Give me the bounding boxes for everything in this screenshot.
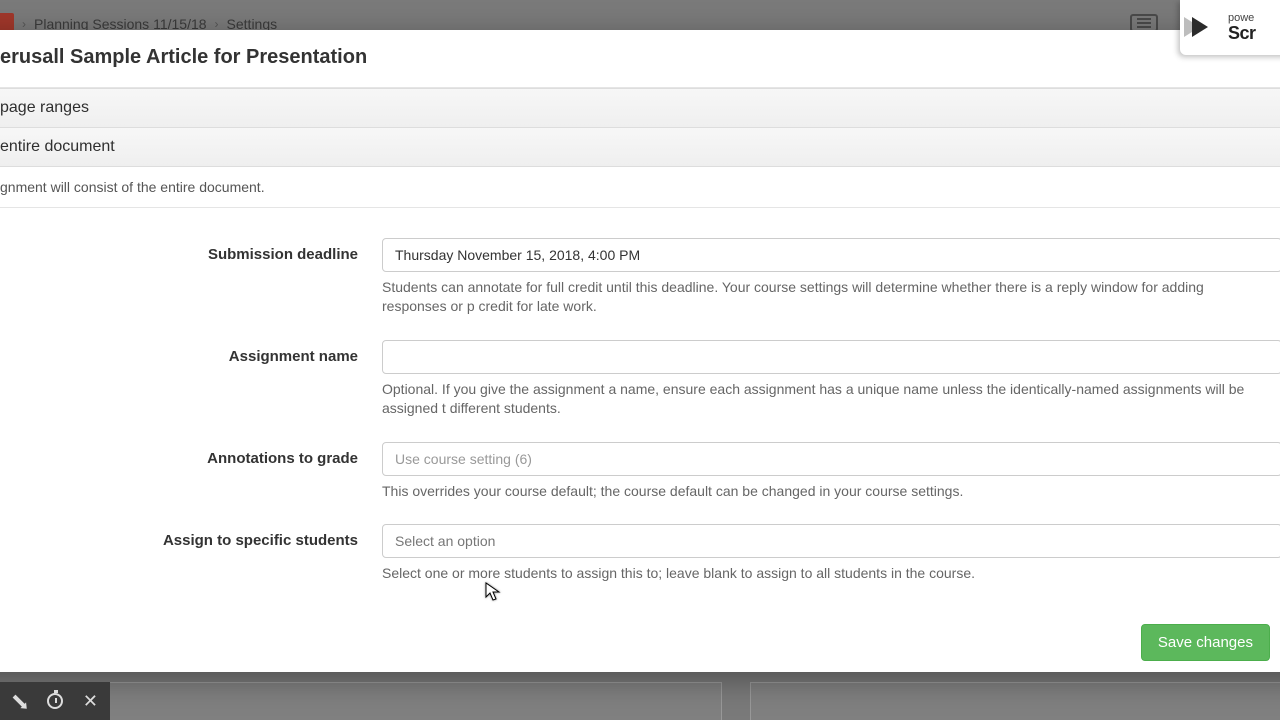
watermark-text: poweScr — [1228, 13, 1256, 42]
accordion-section-page-ranges[interactable]: page ranges — [0, 89, 1280, 128]
stopwatch-icon[interactable] — [47, 691, 63, 711]
label-submission-deadline: Submission deadline — [0, 238, 382, 263]
close-icon[interactable]: ✕ — [83, 691, 98, 711]
background-bottom-strip — [0, 682, 1280, 720]
screencast-watermark: poweScr — [1180, 0, 1280, 55]
accordion-section-entire-document[interactable]: entire document — [0, 128, 1280, 167]
row-submission-deadline: Submission deadline Students can annotat… — [0, 238, 1280, 334]
select-assign-students[interactable]: Select an option — [382, 524, 1280, 558]
input-assignment-name[interactable] — [382, 340, 1280, 374]
save-bar: Save changes — [0, 612, 1280, 672]
input-submission-deadline[interactable] — [382, 238, 1280, 272]
help-annotations-to-grade: This overrides your course default; the … — [382, 476, 1272, 519]
label-assignment-name: Assignment name — [0, 340, 382, 365]
assignment-settings-modal: erusall Sample Article for Presentation … — [0, 30, 1280, 672]
pen-icon[interactable] — [12, 691, 27, 711]
background-panel-left — [110, 682, 722, 720]
row-assignment-name: Assignment name Optional. If you give th… — [0, 340, 1280, 436]
help-assign-students: Select one or more students to assign th… — [382, 558, 1272, 601]
help-submission-deadline: Students can annotate for full credit un… — [382, 272, 1272, 334]
label-assign-students: Assign to specific students — [0, 524, 382, 549]
chevron-right-icon: › — [215, 17, 219, 31]
save-changes-button[interactable]: Save changes — [1141, 624, 1270, 661]
row-annotations-to-grade: Annotations to grade This overrides your… — [0, 442, 1280, 519]
accordion-helper-text: gnment will consist of the entire docume… — [0, 167, 1280, 208]
help-assignment-name: Optional. If you give the assignment a n… — [382, 374, 1272, 436]
accordion: page ranges entire document gnment will … — [0, 88, 1280, 208]
input-annotations-to-grade[interactable] — [382, 442, 1280, 476]
row-assign-students: Assign to specific students Select an op… — [0, 524, 1280, 601]
label-annotations-to-grade: Annotations to grade — [0, 442, 382, 467]
form-area: Submission deadline Students can annotat… — [0, 208, 1280, 672]
play-icon — [1188, 13, 1222, 43]
modal-title: erusall Sample Article for Presentation — [0, 30, 1280, 88]
chevron-right-icon: › — [22, 17, 26, 31]
select-placeholder: Select an option — [395, 533, 495, 549]
recorder-toolbar: ✕ — [0, 682, 110, 720]
background-panel-right — [750, 682, 1280, 720]
